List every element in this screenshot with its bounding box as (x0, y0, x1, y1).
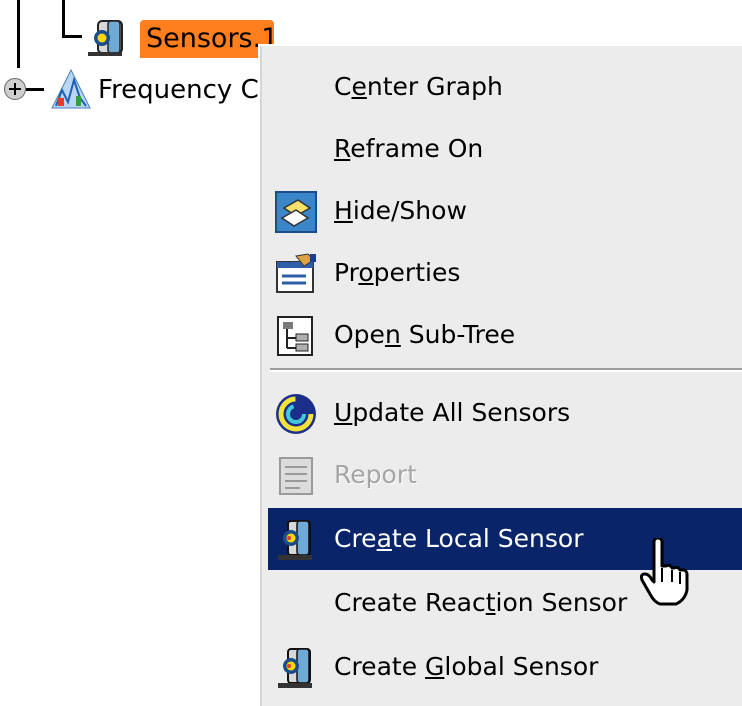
menu-item-label: Create Reaction Sensor (334, 588, 628, 617)
tree-connector-line (62, 0, 65, 38)
menu-item-label: Open Sub-Tree (334, 320, 516, 349)
menu-item-report: Report (268, 444, 742, 506)
update-icon (276, 394, 316, 434)
menu-separator (270, 368, 742, 372)
tree-connector-line (26, 88, 44, 91)
tree-node-frequency-case[interactable]: Frequency C (98, 72, 268, 108)
tree-node-sensors[interactable]: Sensors.1 (140, 20, 274, 58)
menu-item-label: Update All Sensors (334, 398, 571, 427)
menu-item-center-graph[interactable]: Center Graph (268, 56, 742, 118)
menu-item-reframe-on[interactable]: Reframe On (268, 118, 742, 180)
tree-connector-line (62, 35, 82, 38)
tree-connector-line (17, 0, 20, 68)
menu-item-label: Create Global Sensor (334, 652, 599, 681)
hide-show-icon (275, 191, 317, 233)
menu-item-label: Report (334, 460, 417, 489)
sub-tree-icon (277, 316, 313, 356)
properties-icon (276, 253, 316, 293)
sensor-icon[interactable] (86, 18, 130, 58)
menu-item-update-all-sensors[interactable]: Update All Sensors (268, 382, 742, 444)
menu-item-label: Properties (334, 258, 461, 287)
menu-item-label: Center Graph (334, 72, 503, 101)
menu-item-create-global-sensor[interactable]: Create Global Sensor (268, 636, 742, 698)
menu-item-hide-show[interactable]: Hide/Show (268, 180, 742, 242)
tree-expand-icon[interactable] (4, 78, 26, 100)
menu-item-properties[interactable]: Properties (268, 242, 742, 304)
menu-item-label: Hide/Show (334, 196, 467, 225)
menu-item-open-sub-tree[interactable]: Open Sub-Tree (268, 304, 742, 366)
report-icon (279, 457, 313, 495)
context-menu: Center Graph Reframe On Hide/Show Proper… (258, 44, 742, 706)
hand-pointer-icon (640, 538, 689, 606)
local-sensor-icon (278, 520, 312, 560)
frequency-case-icon[interactable] (48, 68, 94, 112)
global-sensor-icon (278, 648, 312, 688)
menu-item-label: Reframe On (334, 134, 484, 163)
menu-item-label: Create Local Sensor (334, 524, 584, 553)
